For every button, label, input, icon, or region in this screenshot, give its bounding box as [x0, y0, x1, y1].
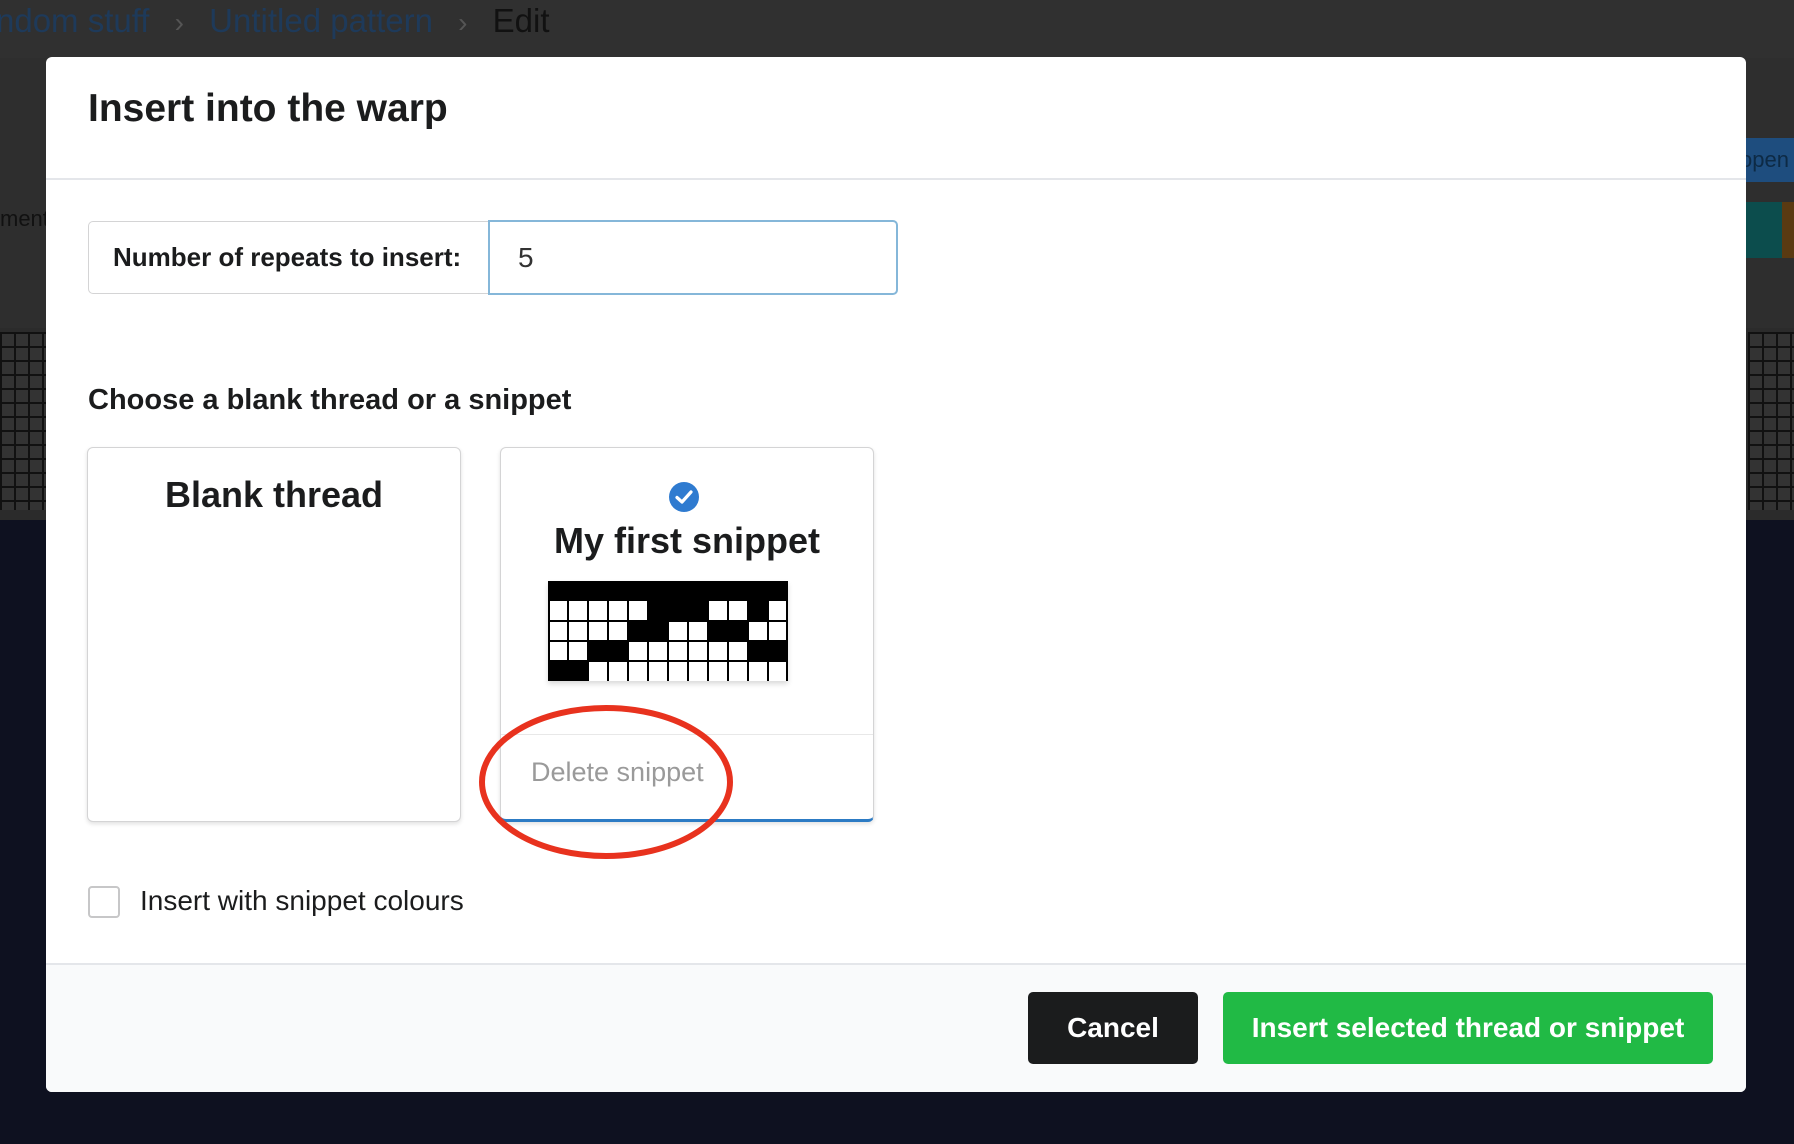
background-right-tab: open	[1740, 138, 1794, 182]
repeats-field: Number of repeats to insert:	[88, 220, 898, 296]
snippet-preview-grid	[548, 581, 788, 681]
snippet-card-footer: Delete snippet	[501, 734, 873, 819]
breadcrumb-item[interactable]: Untitled pattern	[209, 2, 433, 39]
snippet-card[interactable]: My first snippet Delete snippet	[500, 447, 874, 822]
choose-section-title: Choose a blank thread or a snippet	[88, 384, 572, 416]
background-draft-grid	[0, 332, 46, 510]
modal-title: Insert into the warp	[88, 87, 448, 130]
breadcrumb-item[interactable]: ndom stuff	[0, 2, 149, 39]
insert-warp-modal: Insert into the warp Number of repeats t…	[46, 57, 1746, 1092]
chevron-right-icon: ›	[174, 7, 184, 38]
repeats-input[interactable]	[488, 220, 898, 295]
chevron-right-icon: ›	[458, 7, 468, 38]
check-circle-icon	[669, 482, 699, 512]
delete-snippet-link[interactable]: Delete snippet	[531, 757, 704, 788]
snippet-colours-label[interactable]: Insert with snippet colours	[140, 885, 464, 917]
modal-header: Insert into the warp	[46, 57, 1746, 180]
insert-button[interactable]: Insert selected thread or snippet	[1223, 992, 1713, 1064]
modal-footer: Cancel Insert selected thread or snippet	[46, 963, 1746, 1092]
breadcrumb-current: Edit	[492, 2, 550, 39]
snippet-title: My first snippet	[553, 520, 821, 561]
blank-thread-card[interactable]: Blank thread	[87, 447, 461, 822]
background-draft-grid	[1748, 332, 1794, 510]
breadcrumb: ndom stuff › Untitled pattern › Edit	[0, 2, 550, 40]
cancel-button[interactable]: Cancel	[1028, 992, 1198, 1064]
background-header: ndom stuff › Untitled pattern › Edit	[0, 0, 1794, 58]
snippet-colours-checkbox[interactable]	[88, 886, 120, 918]
background-color-strip	[1782, 202, 1794, 258]
blank-thread-title: Blank thread	[164, 474, 384, 515]
repeats-label: Number of repeats to insert:	[88, 221, 488, 294]
background-side-text: ment	[0, 206, 49, 231]
